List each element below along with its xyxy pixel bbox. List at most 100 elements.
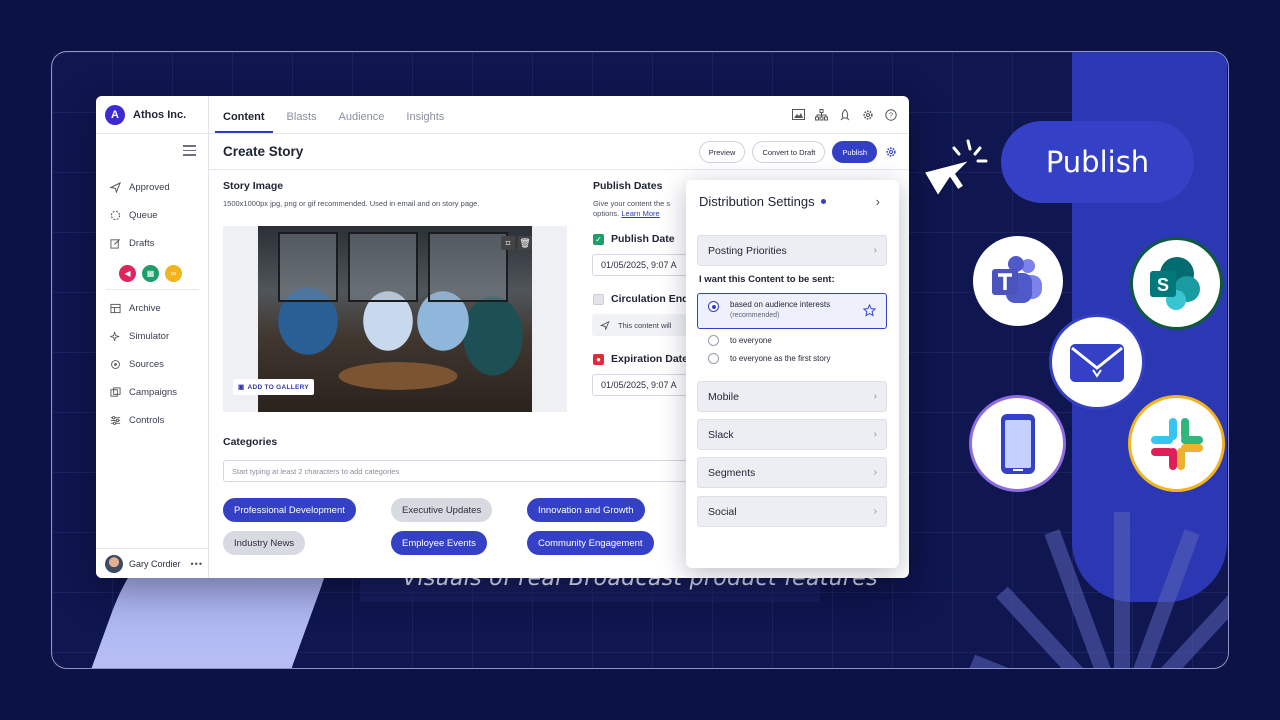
more-options-icon[interactable]: ••• <box>191 559 203 569</box>
sidebar-item-label: Campaigns <box>129 386 178 398</box>
chevron-right-icon: › <box>873 429 877 440</box>
send-icon <box>600 321 610 330</box>
teams-icon <box>973 236 1063 326</box>
gear-icon[interactable] <box>884 146 897 159</box>
sidebar-item-label: Drafts <box>129 237 155 249</box>
send-icon <box>109 181 121 193</box>
header-actions: Preview Convert to Draft Publish <box>698 141 897 163</box>
preview-button[interactable]: Preview <box>698 141 746 163</box>
record-icon[interactable]: ● <box>593 354 604 365</box>
send-option-label: I want this Content to be sent: <box>699 274 835 285</box>
table-icon <box>109 302 121 314</box>
chevron-right-icon[interactable]: › <box>876 194 880 209</box>
mobile-section[interactable]: Mobile › <box>697 381 887 412</box>
convert-to-draft-button[interactable]: Convert to Draft <box>752 141 826 163</box>
user-profile[interactable]: Gary Cordier ••• <box>96 548 209 578</box>
hamburger-menu-icon[interactable] <box>183 145 196 159</box>
categories-label: Categories <box>223 436 278 448</box>
megaphone-icon[interactable]: ◀ <box>119 264 136 282</box>
category-tag[interactable]: Industry News <box>223 531 306 555</box>
sidebar-item-drafts[interactable]: Drafts <box>96 229 209 257</box>
tab-content[interactable]: Content <box>215 111 273 133</box>
sidebar-item-label: Simulator <box>129 330 170 342</box>
check-icon[interactable]: ✓ <box>593 234 604 245</box>
user-name: Gary Cordier <box>129 558 181 569</box>
calendar-icon[interactable]: ▦ <box>142 264 159 282</box>
sidebar-item-archive[interactable]: Archive <box>96 294 209 322</box>
publish-button[interactable]: Publish <box>832 141 877 163</box>
checkbox[interactable] <box>593 294 604 305</box>
chevron-right-icon: › <box>873 391 877 402</box>
help-icon[interactable]: ? <box>884 108 897 121</box>
story-image-dropzone[interactable]: ⌗ 🗑 ▣ ADD TO GALLERY <box>223 226 567 412</box>
broadcast-icon <box>109 358 121 370</box>
category-tag[interactable]: Professional Development <box>223 498 356 522</box>
top-icon-group: ? <box>792 108 897 121</box>
page-header: Create Story Preview Convert to Draft Pu… <box>209 134 909 170</box>
categories-input[interactable]: Start typing at least 2 characters to ad… <box>223 460 689 482</box>
gear-icon[interactable] <box>861 108 874 121</box>
distribution-settings-panel: Distribution Settings › Posting Prioriti… <box>686 180 899 568</box>
crop-icon[interactable]: ⌗ <box>501 236 515 250</box>
brand[interactable]: A Athos Inc. <box>96 96 208 134</box>
add-to-gallery-label: ADD TO GALLERY <box>247 383 310 391</box>
slack-icon <box>1128 395 1225 492</box>
category-tag[interactable]: Employee Events <box>391 531 487 555</box>
tab-insights[interactable]: Insights <box>398 111 452 133</box>
radio-button[interactable] <box>708 335 719 346</box>
sidebar-item-label: Approved <box>129 181 170 193</box>
svg-text:?: ? <box>888 110 892 119</box>
sliders-icon <box>109 414 121 426</box>
circulation-end-label: Circulation End <box>611 293 689 305</box>
radio-button[interactable] <box>708 301 719 312</box>
trash-icon[interactable]: 🗑 <box>518 236 532 250</box>
sidebar-item-label: Sources <box>129 358 164 370</box>
image-icon[interactable] <box>792 108 805 121</box>
sidebar-item-simulator[interactable]: Simulator <box>96 322 209 350</box>
page-title: Create Story <box>223 144 304 159</box>
radio-button[interactable] <box>708 353 719 364</box>
category-tag[interactable]: Executive Updates <box>391 498 493 522</box>
sidebar-item-approved[interactable]: Approved <box>96 173 209 201</box>
slack-section[interactable]: Slack › <box>697 419 887 450</box>
tab-audience[interactable]: Audience <box>331 111 393 133</box>
story-image-label: Story Image <box>223 180 284 192</box>
cursor-icon <box>922 139 988 198</box>
star-icon[interactable] <box>863 304 876 317</box>
social-section[interactable]: Social › <box>697 496 887 527</box>
send-option-audience-interests[interactable]: based on audience interests (recommended… <box>697 293 887 329</box>
avatar <box>105 554 123 573</box>
expiration-date-label: Expiration Date <box>611 353 689 365</box>
publish-hero-button[interactable]: Publish <box>1001 121 1194 203</box>
category-tag[interactable]: Community Engagement <box>527 531 654 555</box>
category-tag[interactable]: Innovation and Growth <box>527 498 645 522</box>
chevron-right-icon: › <box>873 506 877 517</box>
distribution-title: Distribution Settings <box>699 194 826 209</box>
status-dot <box>820 199 826 204</box>
learn-more-link[interactable]: Learn More <box>621 209 659 218</box>
svg-text:S: S <box>1156 275 1168 295</box>
sidebar-item-label: Archive <box>129 302 161 314</box>
chevron-right-icon: › <box>873 467 877 478</box>
sidebar-nav: Approved Queue Drafts ◀ ▦ ∞ Archive Simu… <box>96 173 209 434</box>
sparkle-icon <box>109 330 121 342</box>
sidebar-item-sources[interactable]: Sources <box>96 350 209 378</box>
brand-name: Athos Inc. <box>133 108 187 121</box>
email-icon <box>1049 314 1145 410</box>
tab-blasts[interactable]: Blasts <box>279 111 325 133</box>
sidebar-item-controls[interactable]: Controls <box>96 406 209 434</box>
posting-priorities-section[interactable]: Posting Priorities › <box>697 235 887 266</box>
stack-icon <box>109 386 121 398</box>
publish-dates-label: Publish Dates <box>593 180 663 192</box>
add-to-gallery-button[interactable]: ▣ ADD TO GALLERY <box>233 379 315 395</box>
link-icon[interactable]: ∞ <box>165 264 182 282</box>
segments-section[interactable]: Segments › <box>697 457 887 488</box>
quick-chips: ◀ ▦ ∞ <box>96 257 209 289</box>
sitemap-icon[interactable] <box>815 108 828 121</box>
rocket-icon[interactable] <box>838 108 851 121</box>
sidebar-item-queue[interactable]: Queue <box>96 201 209 229</box>
brand-logo: A <box>105 104 125 125</box>
sidebar-item-campaigns[interactable]: Campaigns <box>96 378 209 406</box>
mobile-icon <box>969 395 1066 492</box>
publish-dates-hint: Give your content the s options. Learn M… <box>593 199 671 219</box>
